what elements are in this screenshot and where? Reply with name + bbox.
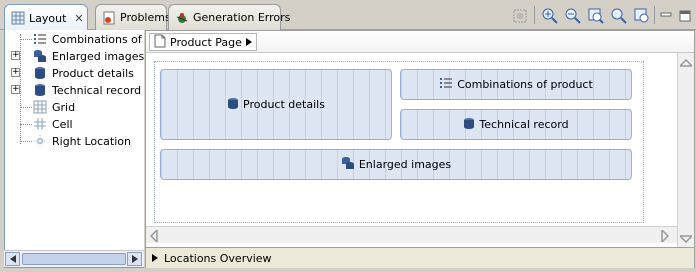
- zoom-in-icon[interactable]: [541, 7, 559, 25]
- tab-layout[interactable]: Layout ✕: [4, 4, 88, 31]
- bug-icon: [175, 11, 189, 25]
- tab-label: Layout: [29, 11, 67, 25]
- zoom-out-icon[interactable]: [564, 7, 582, 25]
- maximize-icon[interactable]: [676, 7, 694, 25]
- cell-technical-record[interactable]: Technical record: [400, 109, 632, 140]
- tab-label: Generation Errors: [193, 11, 291, 24]
- breadcrumb-label: Product Page: [170, 35, 242, 49]
- cell-label: Enlarged images: [358, 158, 452, 171]
- scroll-thumb[interactable]: [22, 253, 126, 265]
- scroll-left-icon[interactable]: [5, 252, 20, 266]
- database-icon: [463, 117, 475, 133]
- breadcrumb-item-product-page[interactable]: Product Page: [149, 33, 257, 51]
- scroll-right-icon[interactable]: [661, 228, 670, 245]
- tree-item-combinations[interactable]: Combinations of product: [5, 31, 144, 47]
- layout-tree-panel: Combinations of product + Enlarged image…: [4, 30, 144, 268]
- tree-item-label: Combinations of product: [52, 32, 144, 46]
- editor-vertical-scrollbar[interactable]: [677, 53, 694, 248]
- view-tab-strip: Layout ✕ Problems Generation Errors: [0, 0, 696, 31]
- grid-icon: [11, 11, 25, 25]
- chevron-right-icon: [245, 36, 252, 49]
- tab-problems[interactable]: Problems: [95, 4, 171, 30]
- tree-item-label: Right Location: [52, 134, 131, 148]
- editor-horizontal-scrollbar[interactable]: [146, 226, 677, 245]
- tree-item-label: Product details: [52, 66, 134, 80]
- layout-canvas: Product details Combinations of product …: [154, 61, 644, 223]
- database-stack-icon: [341, 156, 355, 173]
- scroll-left-icon[interactable]: [149, 228, 158, 245]
- zoom-fit-icon[interactable]: [587, 7, 605, 25]
- page-icon: [154, 34, 166, 51]
- tree-item-label: Technical record: [52, 83, 142, 97]
- tree-item-product-details[interactable]: + Product details: [5, 65, 144, 81]
- zoom-selection-icon[interactable]: [633, 7, 651, 25]
- tree-item-grid[interactable]: Grid: [5, 99, 144, 115]
- tree-item-technical-record[interactable]: + Technical record: [5, 82, 144, 98]
- tree-horizontal-scrollbar[interactable]: [4, 250, 144, 267]
- cell-enlarged-images[interactable]: Enlarged images: [160, 149, 632, 180]
- database-icon: [227, 97, 239, 113]
- database-icon: [33, 83, 47, 97]
- expand-icon[interactable]: +: [11, 85, 20, 94]
- chevron-right-icon: [152, 252, 158, 265]
- scroll-up-icon[interactable]: [678, 57, 694, 70]
- tab-label: Problems: [120, 11, 171, 24]
- problems-icon: [102, 11, 116, 25]
- tree-item-cell[interactable]: Cell: [5, 116, 144, 132]
- cell-icon: [33, 117, 47, 131]
- layout-toggle-icon[interactable]: [511, 7, 529, 25]
- cell-label: Product details: [243, 98, 325, 111]
- tree-item-enlarged-images[interactable]: + Enlarged images: [5, 48, 144, 64]
- grid-icon: [33, 100, 47, 114]
- scroll-right-icon[interactable]: [127, 252, 142, 266]
- expand-icon[interactable]: +: [11, 68, 20, 77]
- close-icon[interactable]: ✕: [74, 12, 83, 25]
- minimize-icon[interactable]: [657, 7, 675, 25]
- layout-editor: Product Page Product details Combination…: [145, 30, 695, 268]
- cell-label: Combinations of product: [457, 78, 593, 91]
- expand-icon[interactable]: +: [11, 51, 20, 60]
- breadcrumb: Product Page: [146, 31, 694, 53]
- list-icon: [33, 32, 47, 46]
- cell-combinations[interactable]: Combinations of product: [400, 69, 632, 100]
- tree-item-label: Enlarged images: [52, 49, 144, 63]
- location-icon: [33, 134, 47, 148]
- tree-item-label: Grid: [52, 100, 76, 114]
- list-icon: [439, 76, 453, 93]
- zoom-reset-icon[interactable]: [610, 7, 628, 25]
- database-stack-icon: [33, 49, 47, 63]
- tab-generation-errors[interactable]: Generation Errors: [168, 4, 290, 30]
- scroll-down-icon[interactable]: [678, 233, 694, 246]
- cell-label: Technical record: [479, 118, 569, 131]
- database-icon: [33, 66, 47, 80]
- locations-overview-toggle[interactable]: Locations Overview: [146, 247, 694, 268]
- tree-item-label: Cell: [52, 117, 73, 131]
- locations-overview-label: Locations Overview: [164, 251, 272, 265]
- tree-item-right-location[interactable]: Right Location: [5, 133, 144, 149]
- cell-product-details[interactable]: Product details: [160, 69, 392, 140]
